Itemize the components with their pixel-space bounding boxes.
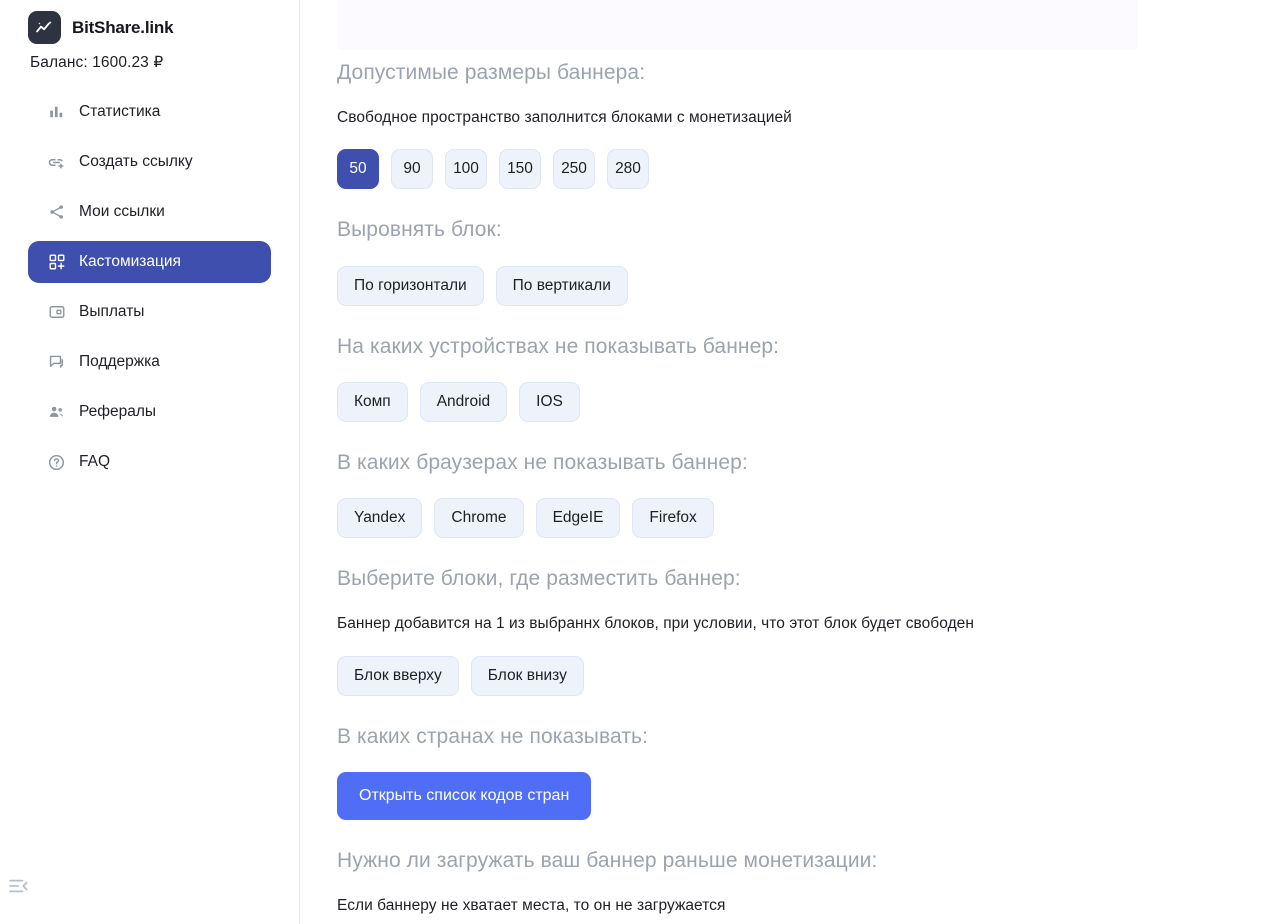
sidebar-item-label: Мои ссылки	[79, 203, 165, 221]
align-option-horizontal[interactable]: По горизонтали	[337, 266, 484, 306]
section-title-countries: В каких странах не показывать:	[337, 724, 1288, 750]
sidebar-nav: Статистика Создать ссылку	[0, 91, 299, 483]
sidebar-item-payouts[interactable]: Выплаты	[28, 291, 271, 333]
section-banner-sizes: Допустимые размеры баннера: Свободное пр…	[337, 60, 1288, 189]
section-browsers: В каких браузерах не показывать баннер: …	[337, 450, 1288, 538]
sidebar-item-faq[interactable]: FAQ	[28, 441, 271, 483]
block-options: Блок вверху Блок внизу	[337, 656, 1288, 696]
sidebar-item-my-links[interactable]: Мои ссылки	[28, 191, 271, 233]
browser-options: Yandex Chrome EdgeIE Firefox	[337, 498, 1288, 538]
align-options: По горизонтали По вертикали	[337, 266, 1288, 306]
size-option-280[interactable]: 280	[607, 149, 649, 189]
browser-option-chrome[interactable]: Chrome	[434, 498, 523, 538]
align-option-vertical[interactable]: По вертикали	[496, 266, 628, 306]
browser-option-edgeie[interactable]: EdgeIE	[536, 498, 621, 538]
link-plus-icon	[47, 153, 66, 172]
brand[interactable]: BitShare.link	[0, 0, 299, 44]
size-option-90[interactable]: 90	[391, 149, 433, 189]
sidebar-item-label: Кастомизация	[79, 253, 181, 271]
section-title-devices: На каких устройствах не показывать банне…	[337, 334, 1288, 360]
open-country-codes-button[interactable]: Открыть список кодов стран	[337, 772, 591, 820]
browser-option-firefox[interactable]: Firefox	[632, 498, 713, 538]
main-content: Допустимые размеры баннера: Свободное пр…	[300, 0, 1288, 924]
sidebar-item-support[interactable]: Поддержка	[28, 341, 271, 383]
app-root: BitShare.link Баланс: 1600.23 ₽ Статисти…	[0, 0, 1288, 924]
device-option-ios[interactable]: IOS	[519, 382, 580, 422]
collapse-sidebar-icon[interactable]	[6, 875, 32, 897]
customization-form: Допустимые размеры баннера: Свободное пр…	[337, 60, 1288, 924]
device-option-android[interactable]: Android	[420, 382, 507, 422]
section-title-blocks: Выберите блоки, где разместить баннер:	[337, 566, 1288, 592]
question-circle-icon	[47, 453, 66, 472]
wallet-icon	[47, 303, 66, 322]
brand-name: BitShare.link	[72, 18, 173, 38]
section-align: Выровнять блок: По горизонтали По вертик…	[337, 217, 1288, 305]
preload-note-1: Если баннеру не хватает места, то он не …	[337, 896, 1288, 916]
section-countries: В каких странах не показывать: Открыть с…	[337, 724, 1288, 820]
size-option-50[interactable]: 50	[337, 149, 379, 189]
balance-label: Баланс: 1600.23 ₽	[0, 44, 299, 72]
block-option-top[interactable]: Блок вверху	[337, 656, 459, 696]
section-preload: Нужно ли загружать ваш баннер раньше мон…	[337, 848, 1288, 924]
bar-chart-icon	[47, 103, 66, 122]
sidebar-item-statistics[interactable]: Статистика	[28, 91, 271, 133]
browser-option-yandex[interactable]: Yandex	[337, 498, 422, 538]
sidebar-item-create-link[interactable]: Создать ссылку	[28, 141, 271, 183]
chart-sparkle-icon	[28, 11, 61, 44]
section-title-sizes: Допустимые размеры баннера:	[337, 60, 1288, 86]
grid-plus-icon	[47, 253, 66, 272]
sidebar-item-label: Статистика	[79, 103, 160, 121]
device-option-desktop[interactable]: Комп	[337, 382, 408, 422]
section-title-browsers: В каких браузерах не показывать баннер:	[337, 450, 1288, 476]
section-title-align: Выровнять блок:	[337, 217, 1288, 243]
size-options: 50 90 100 150 250 280	[337, 149, 1288, 189]
size-option-150[interactable]: 150	[499, 149, 541, 189]
device-options: Комп Android IOS	[337, 382, 1288, 422]
sidebar-item-referrals[interactable]: Рефералы	[28, 391, 271, 433]
section-subtitle-blocks: Баннер добавится на 1 из выбраннх блоков…	[337, 614, 1288, 634]
section-devices: На каких устройствах не показывать банне…	[337, 334, 1288, 422]
users-icon	[47, 403, 66, 422]
sidebar-item-label: Создать ссылку	[79, 153, 193, 171]
banner-preview-panel	[337, 0, 1138, 50]
size-option-250[interactable]: 250	[553, 149, 595, 189]
chat-icon	[47, 353, 66, 372]
size-option-100[interactable]: 100	[445, 149, 487, 189]
sidebar: BitShare.link Баланс: 1600.23 ₽ Статисти…	[0, 0, 300, 924]
section-subtitle-sizes: Свободное пространство заполнится блокам…	[337, 108, 1288, 128]
sidebar-item-label: Выплаты	[79, 303, 144, 321]
sidebar-item-label: FAQ	[79, 453, 110, 471]
section-blocks: Выберите блоки, где разместить баннер: Б…	[337, 566, 1288, 695]
sidebar-item-label: Рефералы	[79, 403, 156, 421]
countries-action-row: Открыть список кодов стран	[337, 772, 1288, 820]
block-option-bottom[interactable]: Блок внизу	[471, 656, 584, 696]
sidebar-item-label: Поддержка	[79, 353, 160, 371]
sidebar-item-customization[interactable]: Кастомизация	[28, 241, 271, 283]
share-icon	[47, 203, 66, 222]
section-title-preload: Нужно ли загружать ваш баннер раньше мон…	[337, 848, 1288, 874]
